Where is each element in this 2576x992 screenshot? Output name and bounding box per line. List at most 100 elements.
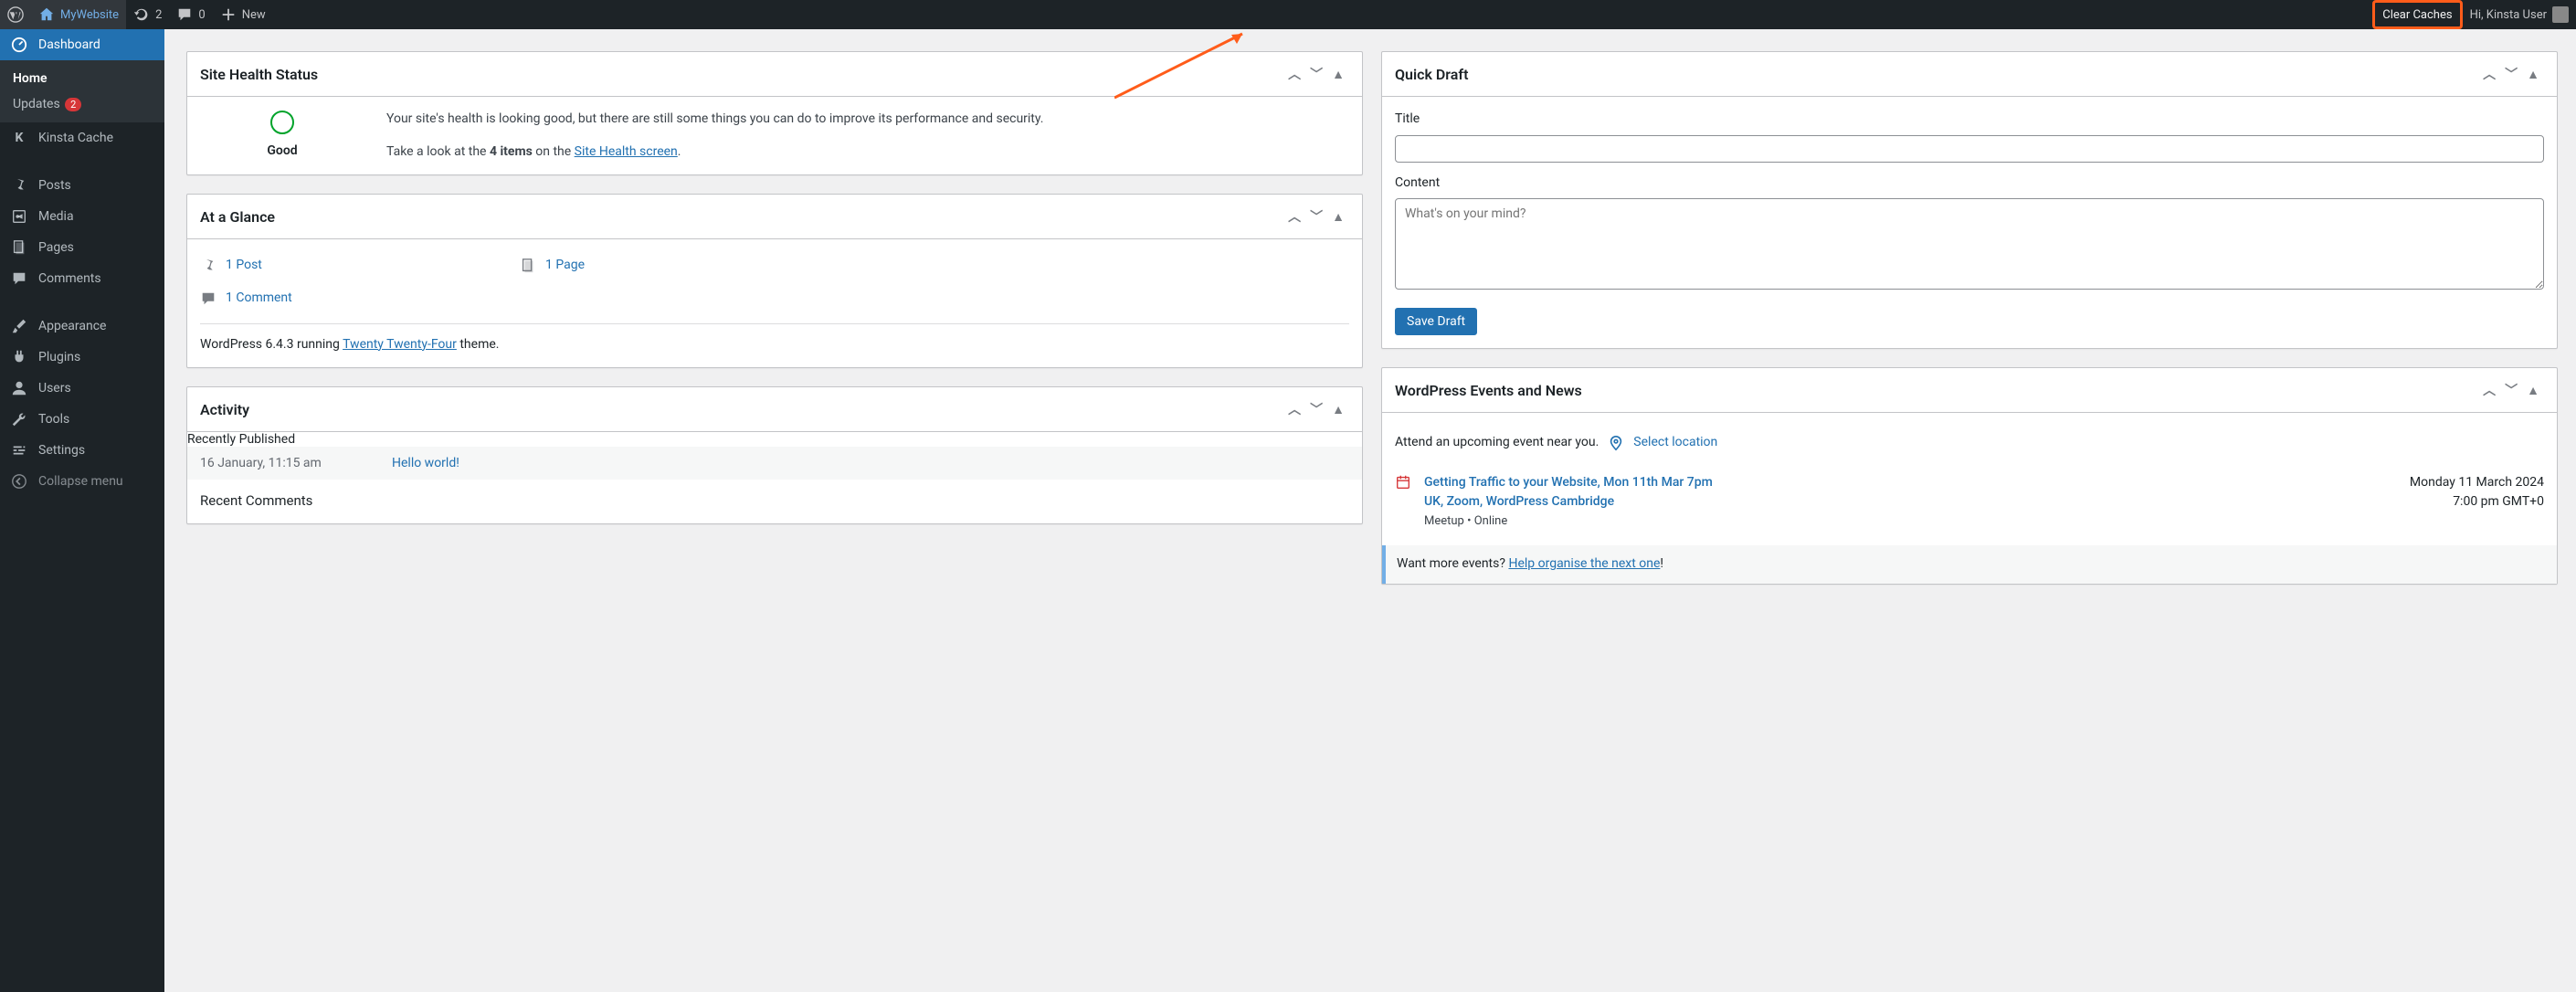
calendar-icon bbox=[1395, 473, 1411, 490]
health-status-label: Good bbox=[267, 142, 297, 162]
admin-topbar: MyWebsite 2 0 New Clear Caches Hi, Kinst… bbox=[0, 0, 2576, 29]
collapse-menu-button[interactable]: Collapse menu bbox=[0, 466, 164, 497]
theme-link[interactable]: Twenty Twenty-Four bbox=[343, 337, 457, 352]
chevron-up-icon[interactable]: ︿ bbox=[2478, 63, 2500, 85]
sidebar-item-appearance[interactable]: Appearance bbox=[0, 311, 164, 342]
wp-version-line: WordPress 6.4.3 running Twenty Twenty-Fo… bbox=[200, 323, 1349, 355]
chevron-up-icon[interactable]: ︿ bbox=[2478, 379, 2500, 401]
activity-row-link[interactable]: Hello world! bbox=[392, 456, 459, 470]
sidebar-item-comments[interactable]: Comments bbox=[0, 263, 164, 294]
want-more-events: Want more events? Help organise the next… bbox=[1382, 545, 2557, 584]
left-column: Site Health Status ︿ ﹀ ▲ Good Your site'… bbox=[186, 51, 1363, 524]
new-label: New bbox=[242, 8, 266, 22]
glance-heading: At a Glance ︿ ﹀ ▲ bbox=[187, 195, 1362, 239]
sidebar-item-media[interactable]: Media bbox=[0, 201, 164, 232]
sidebar-item-posts[interactable]: Posts bbox=[0, 170, 164, 201]
pin-icon bbox=[11, 177, 27, 194]
triangle-up-icon[interactable]: ▲ bbox=[2522, 65, 2544, 84]
chevron-down-icon[interactable]: ﹀ bbox=[1305, 398, 1327, 420]
sliders-icon bbox=[11, 442, 27, 459]
clear-caches-button[interactable]: Clear Caches bbox=[2372, 0, 2462, 29]
chevron-up-icon[interactable]: ︿ bbox=[1283, 206, 1305, 227]
refresh-icon bbox=[133, 6, 150, 23]
recent-comments-heading: Recent Comments bbox=[187, 480, 1362, 523]
brush-icon bbox=[11, 318, 27, 334]
site-name-button[interactable]: MyWebsite bbox=[31, 0, 126, 29]
collapse-icon bbox=[11, 473, 27, 490]
pages-icon bbox=[11, 239, 27, 256]
home-icon bbox=[38, 6, 55, 23]
triangle-up-icon[interactable]: ▲ bbox=[1327, 400, 1349, 419]
save-draft-button[interactable]: Save Draft bbox=[1395, 308, 1477, 335]
greeting-text: Hi, Kinsta User bbox=[2470, 8, 2547, 22]
comment-icon bbox=[200, 290, 216, 307]
sidebar-sub-updates[interactable]: Updates 2 bbox=[0, 91, 164, 117]
event-item-time: 7:00 pm GMT+0 bbox=[2410, 492, 2544, 512]
admin-sidebar: Dashboard Home Updates 2 K Kinsta Cache … bbox=[0, 29, 164, 992]
chevron-down-icon[interactable]: ﹀ bbox=[1305, 63, 1327, 85]
clear-caches-label: Clear Caches bbox=[2382, 8, 2452, 22]
quick-draft-heading: Quick Draft ︿ ﹀ ▲ bbox=[1382, 52, 2557, 97]
sidebar-item-settings[interactable]: Settings bbox=[0, 435, 164, 466]
event-item-title[interactable]: Getting Traffic to your Website, Mon 11t… bbox=[1424, 473, 1735, 512]
event-item-type: Meetup • Online bbox=[1424, 512, 1735, 531]
chevron-down-icon[interactable]: ﹀ bbox=[1305, 206, 1327, 227]
triangle-up-icon[interactable]: ▲ bbox=[2522, 381, 2544, 400]
draft-title-input[interactable] bbox=[1395, 135, 2544, 163]
event-item: Getting Traffic to your Website, Mon 11t… bbox=[1395, 460, 2544, 539]
health-cta: Take a look at the 4 items on the Site H… bbox=[386, 142, 1349, 163]
sidebar-item-pages[interactable]: Pages bbox=[0, 232, 164, 263]
sidebar-item-kinsta-cache[interactable]: K Kinsta Cache bbox=[0, 122, 164, 153]
sidebar-item-users[interactable]: Users bbox=[0, 373, 164, 404]
glance-pages-link[interactable]: 1 Page bbox=[520, 256, 785, 276]
wordpress-logo-button[interactable] bbox=[0, 0, 31, 29]
glance-posts-link[interactable]: 1 Post bbox=[200, 256, 465, 276]
location-icon[interactable] bbox=[1608, 435, 1624, 451]
attend-row: Attend an upcoming event near you. Selec… bbox=[1395, 426, 2544, 460]
sidebar-item-dashboard[interactable]: Dashboard bbox=[0, 29, 164, 60]
new-content-button[interactable]: New bbox=[213, 0, 273, 29]
dashboard-label: Dashboard bbox=[38, 37, 100, 52]
user-icon bbox=[11, 380, 27, 396]
activity-row: 16 January, 11:15 am Hello world! bbox=[187, 447, 1362, 480]
my-account-button[interactable]: Hi, Kinsta User bbox=[2463, 0, 2576, 29]
updates-count: 2 bbox=[155, 8, 162, 22]
draft-content-textarea[interactable] bbox=[1395, 198, 2544, 290]
triangle-up-icon[interactable]: ▲ bbox=[1327, 207, 1349, 227]
chevron-down-icon[interactable]: ﹀ bbox=[2500, 63, 2522, 85]
site-health-widget: Site Health Status ︿ ﹀ ▲ Good Your site'… bbox=[186, 51, 1363, 175]
plug-icon bbox=[11, 349, 27, 365]
dashboard-submenu: Home Updates 2 bbox=[0, 60, 164, 122]
health-indicator-ring bbox=[270, 111, 294, 134]
sidebar-item-plugins[interactable]: Plugins bbox=[0, 342, 164, 373]
chevron-up-icon[interactable]: ︿ bbox=[1283, 398, 1305, 420]
wrench-icon bbox=[11, 411, 27, 427]
dashboard-icon bbox=[11, 37, 27, 53]
chevron-down-icon[interactable]: ﹀ bbox=[2500, 379, 2522, 401]
title-label: Title bbox=[1395, 110, 2544, 130]
comments-count: 0 bbox=[198, 8, 205, 22]
activity-heading: Activity ︿ ﹀ ▲ bbox=[187, 387, 1362, 432]
triangle-up-icon[interactable]: ▲ bbox=[1327, 65, 1349, 84]
updates-badge: 2 bbox=[65, 98, 81, 111]
sidebar-sub-home[interactable]: Home bbox=[0, 66, 164, 91]
comment-icon bbox=[11, 270, 27, 287]
avatar bbox=[2552, 6, 2569, 23]
site-health-heading: Site Health Status ︿ ﹀ ▲ bbox=[187, 52, 1362, 97]
site-health-link[interactable]: Site Health screen bbox=[575, 144, 678, 159]
pages-icon bbox=[520, 258, 536, 274]
site-name: MyWebsite bbox=[60, 8, 119, 22]
updates-button[interactable]: 2 bbox=[126, 0, 169, 29]
chevron-up-icon[interactable]: ︿ bbox=[1283, 63, 1305, 85]
event-item-date: Monday 11 March 2024 bbox=[2410, 473, 2544, 493]
right-column: Quick Draft ︿ ﹀ ▲ Title Content Save Dra… bbox=[1381, 51, 2558, 585]
sidebar-item-tools[interactable]: Tools bbox=[0, 404, 164, 435]
health-description: Your site's health is looking good, but … bbox=[386, 110, 1349, 130]
comments-button[interactable]: 0 bbox=[169, 0, 212, 29]
quick-draft-widget: Quick Draft ︿ ﹀ ▲ Title Content Save Dra… bbox=[1381, 51, 2558, 349]
activity-row-time: 16 January, 11:15 am bbox=[200, 456, 355, 470]
select-location-link[interactable]: Select location bbox=[1633, 433, 1717, 453]
glance-comments-link[interactable]: 1 Comment bbox=[200, 289, 465, 309]
events-news-widget: WordPress Events and News ︿ ﹀ ▲ Attend a… bbox=[1381, 367, 2558, 585]
help-organise-link[interactable]: Help organise the next one bbox=[1508, 556, 1660, 571]
